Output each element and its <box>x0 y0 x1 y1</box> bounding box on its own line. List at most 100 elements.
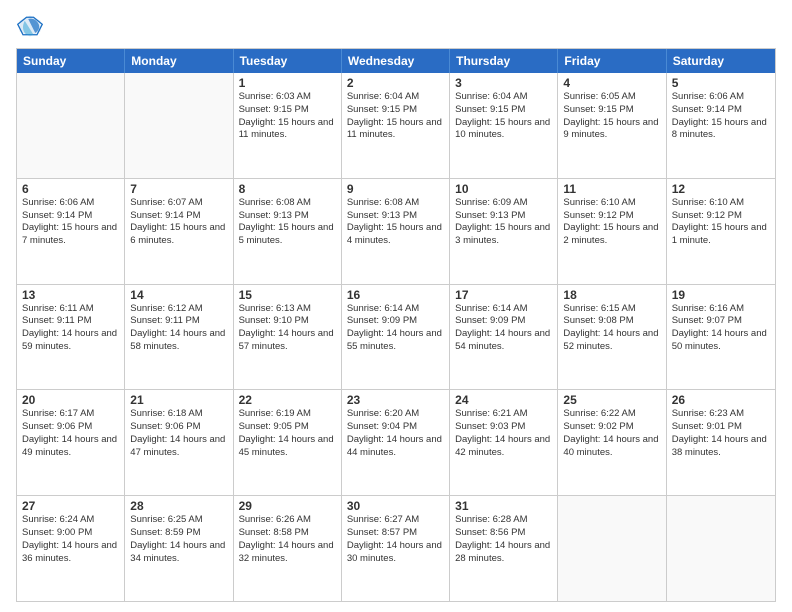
day-info: Sunrise: 6:23 AM Sunset: 9:01 PM Dayligh… <box>672 408 770 459</box>
header <box>16 12 776 40</box>
calendar-cell: 8Sunrise: 6:08 AM Sunset: 9:13 PM Daylig… <box>234 179 342 284</box>
day-info: Sunrise: 6:08 AM Sunset: 9:13 PM Dayligh… <box>239 197 336 248</box>
calendar-cell: 18Sunrise: 6:15 AM Sunset: 9:08 PM Dayli… <box>558 285 666 390</box>
day-info: Sunrise: 6:05 AM Sunset: 9:15 PM Dayligh… <box>563 91 660 142</box>
day-info: Sunrise: 6:10 AM Sunset: 9:12 PM Dayligh… <box>672 197 770 248</box>
calendar-cell: 20Sunrise: 6:17 AM Sunset: 9:06 PM Dayli… <box>17 390 125 495</box>
day-number: 7 <box>130 182 227 196</box>
day-number: 15 <box>239 288 336 302</box>
day-number: 5 <box>672 76 770 90</box>
day-number: 12 <box>672 182 770 196</box>
calendar-cell: 30Sunrise: 6:27 AM Sunset: 8:57 PM Dayli… <box>342 496 450 601</box>
day-info: Sunrise: 6:11 AM Sunset: 9:11 PM Dayligh… <box>22 303 119 354</box>
day-info: Sunrise: 6:12 AM Sunset: 9:11 PM Dayligh… <box>130 303 227 354</box>
calendar-row-0: 1Sunrise: 6:03 AM Sunset: 9:15 PM Daylig… <box>17 73 775 179</box>
logo <box>16 12 48 40</box>
day-number: 26 <box>672 393 770 407</box>
day-number: 28 <box>130 499 227 513</box>
calendar-cell: 12Sunrise: 6:10 AM Sunset: 9:12 PM Dayli… <box>667 179 775 284</box>
calendar-cell: 13Sunrise: 6:11 AM Sunset: 9:11 PM Dayli… <box>17 285 125 390</box>
day-info: Sunrise: 6:14 AM Sunset: 9:09 PM Dayligh… <box>347 303 444 354</box>
calendar-cell: 22Sunrise: 6:19 AM Sunset: 9:05 PM Dayli… <box>234 390 342 495</box>
day-info: Sunrise: 6:10 AM Sunset: 9:12 PM Dayligh… <box>563 197 660 248</box>
calendar-cell: 7Sunrise: 6:07 AM Sunset: 9:14 PM Daylig… <box>125 179 233 284</box>
calendar-cell: 4Sunrise: 6:05 AM Sunset: 9:15 PM Daylig… <box>558 73 666 178</box>
day-info: Sunrise: 6:20 AM Sunset: 9:04 PM Dayligh… <box>347 408 444 459</box>
day-info: Sunrise: 6:26 AM Sunset: 8:58 PM Dayligh… <box>239 514 336 565</box>
calendar-cell: 28Sunrise: 6:25 AM Sunset: 8:59 PM Dayli… <box>125 496 233 601</box>
calendar-cell <box>558 496 666 601</box>
calendar-cell <box>125 73 233 178</box>
header-day-monday: Monday <box>125 49 233 73</box>
day-number: 24 <box>455 393 552 407</box>
calendar-cell: 6Sunrise: 6:06 AM Sunset: 9:14 PM Daylig… <box>17 179 125 284</box>
calendar-cell: 10Sunrise: 6:09 AM Sunset: 9:13 PM Dayli… <box>450 179 558 284</box>
calendar-cell: 24Sunrise: 6:21 AM Sunset: 9:03 PM Dayli… <box>450 390 558 495</box>
header-day-thursday: Thursday <box>450 49 558 73</box>
header-day-friday: Friday <box>558 49 666 73</box>
calendar-header: SundayMondayTuesdayWednesdayThursdayFrid… <box>17 49 775 73</box>
calendar-cell: 16Sunrise: 6:14 AM Sunset: 9:09 PM Dayli… <box>342 285 450 390</box>
day-number: 16 <box>347 288 444 302</box>
calendar-cell: 3Sunrise: 6:04 AM Sunset: 9:15 PM Daylig… <box>450 73 558 178</box>
calendar-cell: 11Sunrise: 6:10 AM Sunset: 9:12 PM Dayli… <box>558 179 666 284</box>
day-number: 30 <box>347 499 444 513</box>
calendar-cell <box>667 496 775 601</box>
day-info: Sunrise: 6:08 AM Sunset: 9:13 PM Dayligh… <box>347 197 444 248</box>
day-number: 17 <box>455 288 552 302</box>
day-number: 18 <box>563 288 660 302</box>
calendar-row-4: 27Sunrise: 6:24 AM Sunset: 9:00 PM Dayli… <box>17 496 775 601</box>
day-info: Sunrise: 6:17 AM Sunset: 9:06 PM Dayligh… <box>22 408 119 459</box>
calendar-cell: 25Sunrise: 6:22 AM Sunset: 9:02 PM Dayli… <box>558 390 666 495</box>
calendar-cell: 15Sunrise: 6:13 AM Sunset: 9:10 PM Dayli… <box>234 285 342 390</box>
day-info: Sunrise: 6:21 AM Sunset: 9:03 PM Dayligh… <box>455 408 552 459</box>
day-number: 8 <box>239 182 336 196</box>
calendar: SundayMondayTuesdayWednesdayThursdayFrid… <box>16 48 776 602</box>
day-info: Sunrise: 6:14 AM Sunset: 9:09 PM Dayligh… <box>455 303 552 354</box>
calendar-cell: 9Sunrise: 6:08 AM Sunset: 9:13 PM Daylig… <box>342 179 450 284</box>
calendar-cell: 27Sunrise: 6:24 AM Sunset: 9:00 PM Dayli… <box>17 496 125 601</box>
calendar-cell: 2Sunrise: 6:04 AM Sunset: 9:15 PM Daylig… <box>342 73 450 178</box>
day-info: Sunrise: 6:09 AM Sunset: 9:13 PM Dayligh… <box>455 197 552 248</box>
day-info: Sunrise: 6:07 AM Sunset: 9:14 PM Dayligh… <box>130 197 227 248</box>
calendar-row-2: 13Sunrise: 6:11 AM Sunset: 9:11 PM Dayli… <box>17 285 775 391</box>
day-info: Sunrise: 6:06 AM Sunset: 9:14 PM Dayligh… <box>672 91 770 142</box>
calendar-row-1: 6Sunrise: 6:06 AM Sunset: 9:14 PM Daylig… <box>17 179 775 285</box>
header-day-saturday: Saturday <box>667 49 775 73</box>
header-day-tuesday: Tuesday <box>234 49 342 73</box>
header-day-wednesday: Wednesday <box>342 49 450 73</box>
day-number: 9 <box>347 182 444 196</box>
day-number: 10 <box>455 182 552 196</box>
calendar-cell: 31Sunrise: 6:28 AM Sunset: 8:56 PM Dayli… <box>450 496 558 601</box>
day-info: Sunrise: 6:15 AM Sunset: 9:08 PM Dayligh… <box>563 303 660 354</box>
day-info: Sunrise: 6:13 AM Sunset: 9:10 PM Dayligh… <box>239 303 336 354</box>
page: SundayMondayTuesdayWednesdayThursdayFrid… <box>0 0 792 612</box>
day-number: 25 <box>563 393 660 407</box>
day-number: 22 <box>239 393 336 407</box>
day-info: Sunrise: 6:27 AM Sunset: 8:57 PM Dayligh… <box>347 514 444 565</box>
calendar-cell: 17Sunrise: 6:14 AM Sunset: 9:09 PM Dayli… <box>450 285 558 390</box>
day-number: 2 <box>347 76 444 90</box>
calendar-cell: 21Sunrise: 6:18 AM Sunset: 9:06 PM Dayli… <box>125 390 233 495</box>
calendar-cell: 26Sunrise: 6:23 AM Sunset: 9:01 PM Dayli… <box>667 390 775 495</box>
day-info: Sunrise: 6:18 AM Sunset: 9:06 PM Dayligh… <box>130 408 227 459</box>
logo-icon <box>16 12 44 40</box>
day-number: 23 <box>347 393 444 407</box>
day-number: 3 <box>455 76 552 90</box>
day-number: 29 <box>239 499 336 513</box>
header-day-sunday: Sunday <box>17 49 125 73</box>
calendar-cell: 19Sunrise: 6:16 AM Sunset: 9:07 PM Dayli… <box>667 285 775 390</box>
day-info: Sunrise: 6:19 AM Sunset: 9:05 PM Dayligh… <box>239 408 336 459</box>
day-info: Sunrise: 6:16 AM Sunset: 9:07 PM Dayligh… <box>672 303 770 354</box>
calendar-cell <box>17 73 125 178</box>
day-info: Sunrise: 6:03 AM Sunset: 9:15 PM Dayligh… <box>239 91 336 142</box>
day-number: 1 <box>239 76 336 90</box>
calendar-cell: 14Sunrise: 6:12 AM Sunset: 9:11 PM Dayli… <box>125 285 233 390</box>
day-number: 27 <box>22 499 119 513</box>
day-info: Sunrise: 6:06 AM Sunset: 9:14 PM Dayligh… <box>22 197 119 248</box>
day-info: Sunrise: 6:25 AM Sunset: 8:59 PM Dayligh… <box>130 514 227 565</box>
day-number: 21 <box>130 393 227 407</box>
calendar-row-3: 20Sunrise: 6:17 AM Sunset: 9:06 PM Dayli… <box>17 390 775 496</box>
day-info: Sunrise: 6:04 AM Sunset: 9:15 PM Dayligh… <box>347 91 444 142</box>
day-number: 13 <box>22 288 119 302</box>
